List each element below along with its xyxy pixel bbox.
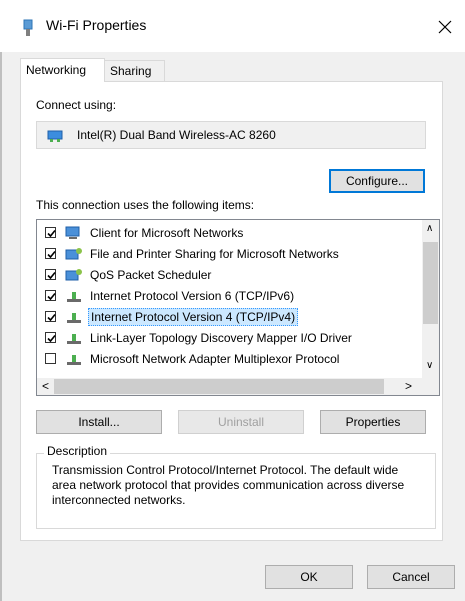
- network-client-icon: [65, 226, 80, 239]
- close-icon: [438, 20, 452, 34]
- item-label: Link-Layer Topology Discovery Mapper I/O…: [90, 331, 352, 345]
- horizontal-scrollbar[interactable]: < >: [37, 378, 439, 395]
- item-checkbox[interactable]: [45, 353, 56, 364]
- network-adapter-icon: [23, 19, 33, 36]
- scroll-down-icon[interactable]: ∨: [426, 360, 433, 371]
- tab-networking[interactable]: Networking: [20, 58, 105, 82]
- horizontal-scroll-thumb[interactable]: [54, 379, 384, 394]
- network-adapter-icon: [47, 130, 63, 142]
- list-item[interactable]: QoS Packet Scheduler: [37, 265, 422, 286]
- items-list[interactable]: Client for Microsoft Networks File and P…: [36, 219, 440, 396]
- configure-button[interactable]: Configure...: [329, 169, 425, 193]
- protocol-icon: [67, 292, 81, 302]
- wifi-properties-dialog: Wi-Fi Properties Networking Sharing Conn…: [0, 0, 465, 601]
- item-label: Client for Microsoft Networks: [90, 226, 244, 240]
- protocol-icon: [67, 313, 81, 323]
- scroll-left-icon[interactable]: <: [42, 379, 49, 393]
- vertical-scrollbar[interactable]: ∧ ∨: [422, 220, 439, 378]
- ok-button[interactable]: OK: [265, 565, 353, 589]
- item-label: QoS Packet Scheduler: [90, 268, 212, 282]
- list-item[interactable]: Client for Microsoft Networks: [37, 223, 422, 244]
- items-label: This connection uses the following items…: [36, 198, 255, 212]
- network-service-icon: [65, 248, 82, 260]
- item-label: Microsoft Network Adapter Multiplexor Pr…: [90, 352, 340, 366]
- title-bar: Wi-Fi Properties: [0, 0, 465, 52]
- item-checkbox[interactable]: [45, 269, 56, 280]
- item-label: Internet Protocol Version 6 (TCP/IPv6): [90, 289, 295, 303]
- adapter-field: Intel(R) Dual Band Wireless-AC 8260: [36, 121, 426, 149]
- item-checkbox[interactable]: [45, 248, 56, 259]
- list-item[interactable]: Internet Protocol Version 6 (TCP/IPv6): [37, 286, 422, 307]
- item-label: Internet Protocol Version 4 (TCP/IPv4): [88, 308, 299, 326]
- network-service-icon: [65, 269, 82, 281]
- item-checkbox[interactable]: [45, 332, 56, 343]
- list-item[interactable]: File and Printer Sharing for Microsoft N…: [37, 244, 422, 265]
- install-button[interactable]: Install...: [36, 410, 162, 434]
- vertical-scroll-thumb[interactable]: [423, 242, 438, 324]
- tab-sharing[interactable]: Sharing: [105, 60, 165, 82]
- cancel-button[interactable]: Cancel: [367, 565, 455, 589]
- item-label: File and Printer Sharing for Microsoft N…: [90, 247, 339, 261]
- window-border: [0, 52, 2, 601]
- item-checkbox[interactable]: [45, 290, 56, 301]
- scroll-right-icon[interactable]: >: [405, 379, 412, 393]
- window-title: Wi-Fi Properties: [46, 17, 147, 33]
- protocol-icon: [67, 334, 81, 344]
- list-item[interactable]: Link-Layer Topology Discovery Mapper I/O…: [37, 328, 422, 349]
- adapter-name: Intel(R) Dual Band Wireless-AC 8260: [77, 128, 276, 142]
- list-item[interactable]: Internet Protocol Version 4 (TCP/IPv4): [37, 307, 422, 328]
- item-checkbox[interactable]: [45, 311, 56, 322]
- uninstall-button[interactable]: Uninstall: [178, 410, 304, 434]
- description-title: Description: [44, 444, 111, 458]
- item-checkbox[interactable]: [45, 227, 56, 238]
- description-text: Transmission Control Protocol/Internet P…: [52, 463, 405, 507]
- connect-using-label: Connect using:: [36, 98, 117, 112]
- close-button[interactable]: [425, 8, 465, 46]
- protocol-icon: [67, 355, 81, 365]
- properties-button[interactable]: Properties: [320, 410, 426, 434]
- list-item[interactable]: Microsoft Network Adapter Multiplexor Pr…: [37, 349, 422, 370]
- scroll-up-icon[interactable]: ∧: [426, 223, 433, 234]
